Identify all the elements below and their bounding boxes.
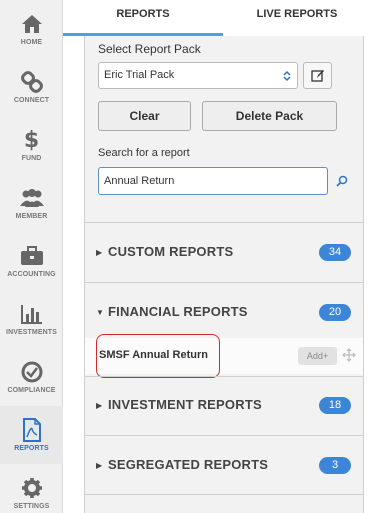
section-investment-reports[interactable]: ▶ INVESTMENT REPORTS 18 <box>85 377 363 435</box>
caret-right-icon: ▶ <box>96 248 103 257</box>
caret-down-icon: ▼ <box>96 308 104 317</box>
section-title: SEGREGATED REPORTS <box>108 457 269 472</box>
nav-label-member: MEMBER <box>15 213 48 220</box>
nav-item-fund[interactable]: $ FUND <box>0 116 63 174</box>
divider <box>85 494 363 495</box>
add-report-button[interactable]: Add+ <box>298 347 337 365</box>
tab-reports[interactable]: REPORTS <box>63 0 223 36</box>
delete-pack-button[interactable]: Delete Pack <box>202 101 337 131</box>
section-title: FINANCIAL REPORTS <box>108 304 248 319</box>
count-badge: 18 <box>319 397 351 414</box>
check-circle-icon <box>0 360 63 384</box>
link-icon <box>0 70 63 94</box>
divider <box>85 222 363 223</box>
briefcase-icon <box>0 244 63 268</box>
report-tabs: REPORTS LIVE REPORTS <box>63 0 371 36</box>
bar-chart-icon <box>0 302 63 326</box>
nav-label-reports: REPORTS <box>14 445 49 452</box>
edit-pack-button[interactable] <box>303 62 332 89</box>
nav-item-investments[interactable]: INVESTMENTS <box>0 290 63 348</box>
nav-label-compliance: COMPLIANCE <box>7 387 56 394</box>
count-badge: 34 <box>319 244 351 261</box>
nav-item-compliance[interactable]: COMPLIANCE <box>0 348 63 406</box>
nav-item-member[interactable]: MEMBER <box>0 174 63 232</box>
report-pack-value: Eric Trial Pack <box>104 69 175 81</box>
section-segregated-reports[interactable]: ▶ SEGREGATED REPORTS 3 <box>85 437 363 495</box>
nav-item-home[interactable]: HOME <box>0 0 63 58</box>
nav-item-accounting[interactable]: ACCOUNTING <box>0 232 63 290</box>
nav-rail: HOME CONNECT $ FUND MEMBER ACCOUNTING IN… <box>0 0 63 513</box>
report-pack-label: Select Report Pack <box>98 42 201 56</box>
members-icon <box>0 186 63 210</box>
nav-item-settings[interactable]: SETTINGS <box>0 464 63 513</box>
select-chevron-icon <box>283 63 291 88</box>
caret-right-icon: ▶ <box>96 461 103 470</box>
search-icon[interactable] <box>336 174 348 192</box>
home-icon <box>0 12 63 36</box>
section-custom-reports[interactable]: ▶ CUSTOM REPORTS 34 <box>85 224 363 282</box>
dollar-icon: $ <box>23 127 40 153</box>
edit-icon <box>310 69 324 82</box>
nav-label-investments: INVESTMENTS <box>6 329 57 336</box>
nav-item-connect[interactable]: CONNECT <box>0 58 63 116</box>
nav-label-settings: SETTINGS <box>13 503 50 510</box>
reports-panel: Select Report Pack Eric Trial Pack Clear… <box>84 36 364 513</box>
highlight-box <box>96 334 220 378</box>
search-label: Search for a report <box>98 147 190 159</box>
caret-right-icon: ▶ <box>96 401 103 410</box>
report-document-icon <box>0 418 63 442</box>
divider <box>85 282 363 283</box>
report-pack-select[interactable]: Eric Trial Pack <box>98 62 298 89</box>
nav-label-accounting: ACCOUNTING <box>7 271 56 278</box>
divider <box>85 435 363 436</box>
move-handle-icon[interactable] <box>342 348 356 367</box>
count-badge: 3 <box>319 457 351 474</box>
search-input[interactable]: Annual Return <box>98 167 328 195</box>
section-title: CUSTOM REPORTS <box>108 244 234 259</box>
nav-label-connect: CONNECT <box>13 97 50 104</box>
tab-live-reports[interactable]: LIVE REPORTS <box>223 0 371 36</box>
count-badge: 20 <box>319 304 351 321</box>
nav-item-reports[interactable]: REPORTS <box>0 406 63 464</box>
gear-icon <box>0 476 63 500</box>
nav-label-home: HOME <box>20 39 43 46</box>
clear-button[interactable]: Clear <box>98 101 191 131</box>
nav-label-fund: FUND <box>21 155 42 162</box>
section-title: INVESTMENT REPORTS <box>108 397 262 412</box>
